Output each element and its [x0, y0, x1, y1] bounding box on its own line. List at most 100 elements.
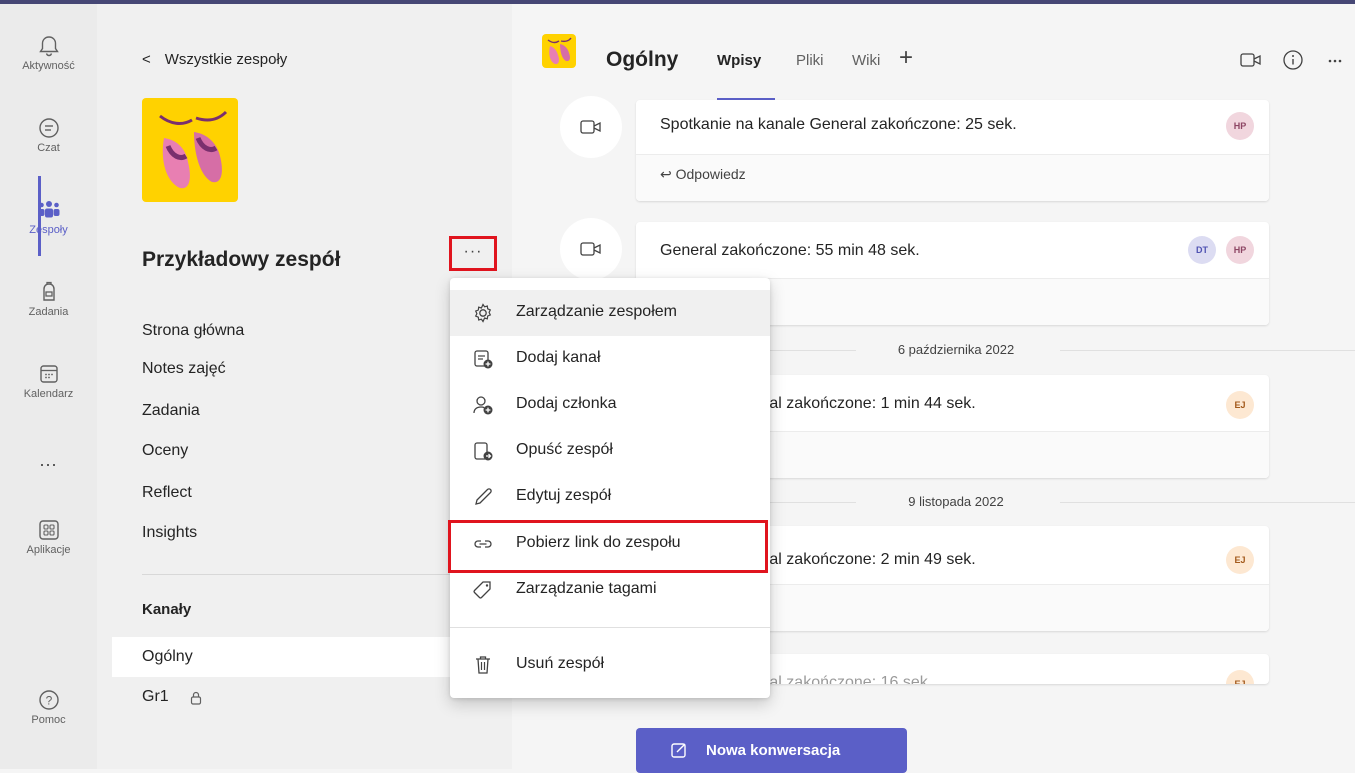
chevron-left-icon: <: [142, 51, 151, 68]
channels-header: Kanały: [142, 601, 192, 618]
reply-button[interactable]: ↩ Odpowiedz: [660, 166, 746, 183]
avatar[interactable]: HP: [1226, 236, 1254, 264]
channel-title: Ogólny: [606, 48, 679, 71]
more-icon: ...: [39, 450, 58, 470]
team-more-options-button[interactable]: ···: [449, 236, 497, 271]
ballet-shoes-icon: [159, 110, 228, 189]
help-icon: ?: [38, 690, 59, 710]
menu-divider: [450, 627, 770, 628]
divider: [142, 574, 502, 575]
menu-item-edit-team[interactable]: Edytuj zespół: [450, 474, 770, 520]
more-options-icon[interactable]: [1327, 58, 1343, 64]
divider: [1060, 502, 1355, 503]
app-rail: Aktywność Czat Zespoły Zadania Kalendarz…: [0, 4, 97, 769]
rail-label: Kalendarz: [23, 388, 74, 400]
gear-icon: [474, 303, 492, 323]
bell-icon: [38, 36, 59, 57]
channel-label: Gr1: [142, 688, 169, 705]
menu-item-manage-tags[interactable]: Zarządzanie tagami: [450, 567, 770, 613]
rail-item-teams[interactable]: Zespoły: [0, 184, 97, 246]
svg-text:?: ?: [45, 694, 52, 708]
add-member-icon: [473, 396, 493, 415]
lock-icon: [190, 691, 202, 705]
ballet-shoes-icon: [547, 37, 572, 65]
menu-item-manage-team[interactable]: Zarządzanie zespołem: [450, 290, 770, 336]
rail-label: Zespoły: [29, 224, 68, 236]
avatar[interactable]: EJ: [1226, 391, 1254, 419]
rail-item-calendar[interactable]: Kalendarz: [0, 348, 97, 410]
rail-label: Czat: [37, 142, 60, 154]
menu-item-label: Dodaj członka: [516, 395, 617, 412]
menu-item-label: Zarządzanie tagami: [516, 580, 657, 597]
tab-files[interactable]: Pliki: [796, 52, 824, 69]
tag-icon: [473, 581, 491, 599]
rail-item-more[interactable]: ...: [0, 432, 97, 494]
menu-item-delete-team[interactable]: Usuń zespół: [450, 642, 770, 688]
avatar[interactable]: EJ: [1226, 670, 1254, 684]
pencil-icon: [475, 488, 492, 505]
rail-active-indicator: [38, 176, 41, 256]
call-event-icon-container: [560, 96, 622, 158]
message-text: General zakończone: 55 min 48 sek.: [660, 242, 920, 259]
tab-wiki[interactable]: Wiki: [852, 52, 880, 69]
team-options-menu: Zarządzanie zespołem Dodaj kanał Dodaj c…: [450, 278, 770, 698]
rail-item-assignments[interactable]: Zadania: [0, 266, 97, 328]
leave-team-icon: [474, 442, 493, 461]
nav-item-insights[interactable]: Insights: [142, 524, 197, 542]
rail-label: Aplikacje: [26, 544, 71, 556]
divider: [1060, 350, 1355, 351]
video-call-icon: [580, 120, 601, 134]
menu-item-label: Dodaj kanał: [516, 349, 601, 366]
info-icon[interactable]: [1282, 49, 1304, 71]
video-call-icon: [580, 242, 601, 256]
rail-item-help[interactable]: ? Pomoc: [0, 674, 97, 736]
new-conversation-label: Nowa konwersacja: [706, 742, 841, 759]
avatar[interactable]: EJ: [1226, 546, 1254, 574]
nav-item-home[interactable]: Strona główna: [142, 322, 244, 340]
call-event-icon-container: [560, 218, 622, 280]
nav-item-class-notebook[interactable]: Notes zajęć: [142, 360, 226, 378]
video-call-icon[interactable]: [1240, 51, 1262, 69]
avatar[interactable]: HP: [1226, 112, 1254, 140]
calendar-icon: [39, 365, 58, 383]
menu-item-label: Zarządzanie zespołem: [516, 303, 677, 320]
divider: [636, 154, 1269, 155]
menu-item-add-channel[interactable]: Dodaj kanał: [450, 336, 770, 382]
highlight-annotation: [448, 520, 768, 573]
trash-icon: [476, 656, 490, 674]
tab-posts[interactable]: Wpisy: [717, 52, 761, 69]
nav-item-grades[interactable]: Oceny: [142, 442, 188, 460]
channel-team-icon: [542, 34, 576, 68]
team-avatar: [142, 98, 238, 202]
compose-icon: [671, 743, 686, 758]
message-card[interactable]: Spotkanie na kanale General zakończone: …: [636, 100, 1269, 201]
avatar[interactable]: DT: [1188, 236, 1216, 264]
new-conversation-button[interactable]: Nowa konwersacja: [636, 728, 907, 773]
nav-item-reflect[interactable]: Reflect: [142, 484, 192, 502]
chat-icon: [38, 118, 59, 138]
add-tab-button[interactable]: +: [899, 46, 913, 70]
menu-item-label: Usuń zespół: [516, 655, 605, 672]
menu-item-add-member[interactable]: Dodaj członka: [450, 382, 770, 428]
channel-label: Ogólny: [142, 648, 193, 665]
date-separator: 6 października 2022: [897, 342, 1015, 357]
add-channel-icon: [474, 350, 493, 369]
message-text: Spotkanie na kanale General zakończone: …: [660, 116, 1017, 133]
team-name: Przykładowy zespół: [142, 248, 341, 271]
back-label: Wszystkie zespoły: [164, 51, 288, 68]
back-to-teams-link[interactable]: < Wszystkie zespoły: [142, 51, 287, 68]
date-separator: 9 listopada 2022: [908, 494, 1004, 509]
nav-item-assignments[interactable]: Zadania: [142, 402, 200, 420]
backpack-icon: [42, 281, 55, 301]
rail-item-activity[interactable]: Aktywność: [0, 20, 97, 82]
rail-item-chat[interactable]: Czat: [0, 102, 97, 164]
rail-label: Zadania: [28, 306, 69, 318]
menu-item-label: Opuść zespół: [516, 441, 613, 458]
menu-item-leave-team[interactable]: Opuść zespół: [450, 428, 770, 474]
rail-item-apps[interactable]: Aplikacje: [0, 504, 97, 566]
menu-item-label: Edytuj zespół: [516, 487, 612, 504]
rail-label: Pomoc: [31, 714, 66, 726]
reply-label: Odpowiedz: [675, 166, 746, 182]
apps-icon: [38, 520, 59, 540]
reply-icon: ↩: [660, 166, 676, 182]
